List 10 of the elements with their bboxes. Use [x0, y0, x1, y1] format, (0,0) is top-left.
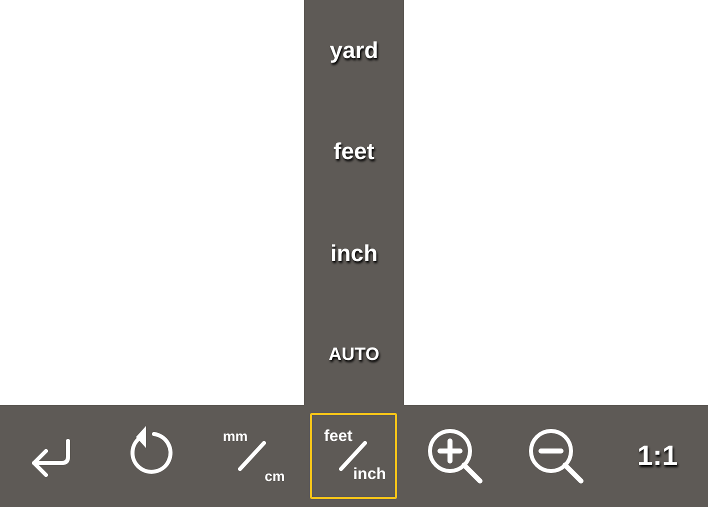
unit-option[interactable]: AUTO: [328, 344, 380, 365]
actual-size-button[interactable]: 1:1: [614, 413, 701, 499]
zoom-in-icon: [426, 427, 484, 485]
unit-toggle-button[interactable]: mm cm: [209, 413, 296, 499]
unit-option[interactable]: feet: [334, 138, 374, 166]
slash-icon: [236, 440, 267, 472]
zoom-out-icon: [527, 427, 586, 485]
unit-option[interactable]: inch: [330, 240, 378, 267]
unit-toggle-button[interactable]: feet inch: [310, 413, 398, 499]
unit-option[interactable]: yard: [330, 37, 378, 64]
